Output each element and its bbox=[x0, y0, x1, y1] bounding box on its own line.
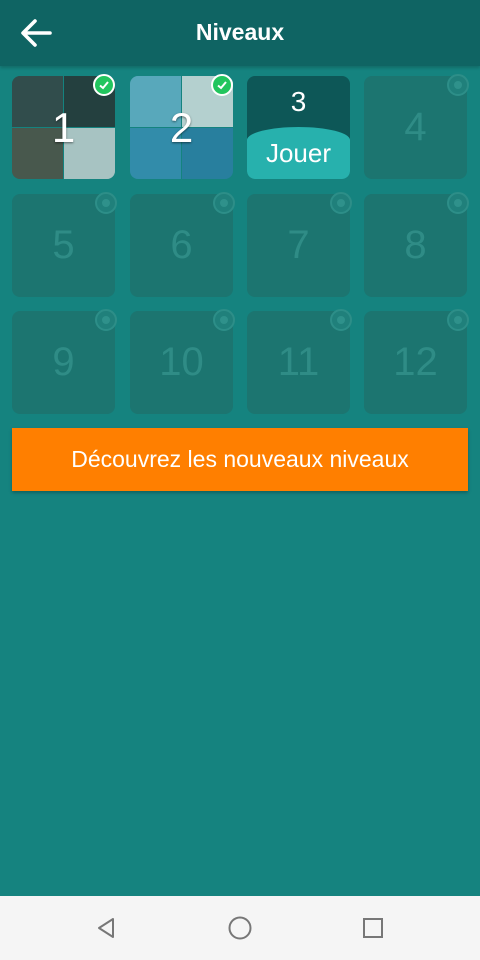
level-tile-5[interactable]: 5 bbox=[12, 192, 117, 297]
nav-recent-button[interactable] bbox=[357, 912, 389, 944]
discover-new-levels-button[interactable]: Découvrez les nouveaux niveaux bbox=[12, 428, 468, 491]
lock-icon bbox=[95, 309, 117, 331]
triangle-back-icon bbox=[98, 918, 114, 938]
lock-icon bbox=[447, 192, 469, 214]
lock-icon bbox=[447, 309, 469, 331]
checkmark-icon bbox=[93, 74, 115, 96]
page-title: Niveaux bbox=[195, 19, 285, 45]
level-tile-6[interactable]: 6 bbox=[130, 192, 235, 297]
level-tile-4[interactable]: 4 bbox=[364, 74, 469, 179]
level-tile-12[interactable]: 12 bbox=[364, 309, 469, 414]
lock-icon bbox=[213, 309, 235, 331]
lock-icon bbox=[330, 192, 352, 214]
square-recent-icon bbox=[363, 918, 383, 938]
nav-back-button[interactable] bbox=[90, 912, 122, 944]
level-tile-9[interactable]: 9 bbox=[12, 309, 117, 414]
lock-icon bbox=[330, 309, 352, 331]
play-button[interactable]: Jouer bbox=[247, 127, 350, 179]
level-tile-11[interactable]: 11 bbox=[247, 309, 352, 414]
level-number: 3 bbox=[290, 86, 307, 117]
level-tile-10[interactable]: 10 bbox=[130, 309, 235, 414]
level-tile-3[interactable]: 3 Jouer bbox=[247, 76, 350, 179]
level-tile-8[interactable]: 8 bbox=[364, 192, 469, 297]
lock-icon bbox=[95, 192, 117, 214]
lock-icon bbox=[447, 74, 469, 96]
lock-icon bbox=[213, 192, 235, 214]
level-tile-7[interactable]: 7 bbox=[247, 192, 352, 297]
system-nav-bar bbox=[0, 896, 480, 960]
circle-home-icon bbox=[228, 916, 252, 940]
nav-home-button[interactable] bbox=[224, 912, 256, 944]
checkmark-icon bbox=[211, 74, 233, 96]
top-app-bar: Niveaux bbox=[0, 0, 480, 66]
